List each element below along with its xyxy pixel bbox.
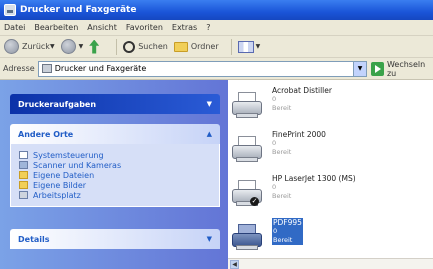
- toolbar-separator: [116, 38, 118, 55]
- place-item-my-documents[interactable]: Eigene Dateien: [19, 170, 211, 180]
- back-arrow-icon: [4, 39, 19, 54]
- chevron-down-icon: ▼: [206, 235, 212, 243]
- other-places-list: Systemsteuerung Scanner und Kameras Eige…: [10, 144, 220, 207]
- back-button[interactable]: Zurück ▼: [4, 39, 55, 54]
- printer-name: HP LaserJet 1300 (MS): [272, 174, 356, 183]
- printer-tasks-title: Druckeraufgaben: [18, 99, 97, 109]
- other-places-header[interactable]: Andere Orte ▲: [10, 124, 220, 144]
- printer-name: PDF995: [273, 218, 302, 227]
- chevron-up-icon: ▲: [206, 130, 212, 138]
- printer-item[interactable]: FinePrint 2000 0 Bereit: [228, 128, 433, 172]
- printer-icon: [232, 92, 262, 118]
- views-icon: [237, 40, 254, 53]
- menu-datei[interactable]: Datei: [4, 23, 25, 32]
- printer-status: Bereit: [273, 236, 293, 244]
- printer-name: FinePrint 2000: [272, 130, 326, 139]
- place-item-scanners[interactable]: Scanner und Kameras: [19, 160, 211, 170]
- other-places-title: Andere Orte: [18, 129, 74, 139]
- search-button[interactable]: Suchen: [123, 40, 168, 53]
- menu-extras[interactable]: Extras: [172, 23, 197, 32]
- printer-item[interactable]: ✓ HP LaserJet 1300 (MS) 0 Bereit: [228, 172, 433, 216]
- menu-bearbeiten[interactable]: Bearbeiten: [34, 23, 78, 32]
- menu-help[interactable]: ?: [206, 23, 210, 32]
- go-label: Wechseln zu: [386, 59, 426, 78]
- menu-bar: Datei Bearbeiten Ansicht Favoriten Extra…: [0, 20, 433, 36]
- scanner-icon: [19, 161, 28, 169]
- horizontal-scrollbar[interactable]: ◀: [228, 258, 433, 269]
- chevron-down-icon: ▼: [255, 43, 261, 50]
- place-item-label: Eigene Bilder: [33, 180, 87, 190]
- up-button[interactable]: [89, 39, 104, 54]
- details-header[interactable]: Details ▼: [10, 229, 220, 249]
- address-field[interactable]: Drucker und Faxgeräte ▼: [37, 60, 368, 77]
- default-printer-check-icon: ✓: [250, 197, 259, 206]
- printer-tasks-header[interactable]: Druckeraufgaben ▼: [10, 94, 220, 114]
- printer-list: Acrobat Distiller 0 Bereit FinePrint 200…: [228, 80, 433, 269]
- printer-item-selected[interactable]: PDF995 0 Bereit: [228, 216, 433, 260]
- place-item-label: Eigene Dateien: [33, 170, 95, 180]
- printer-icon: [232, 136, 262, 162]
- chevron-down-icon: ▼: [78, 43, 84, 50]
- place-item-my-computer[interactable]: Arbeitsplatz: [19, 190, 211, 200]
- address-value: Drucker und Faxgeräte: [54, 64, 147, 73]
- search-label: Suchen: [138, 42, 168, 51]
- printer-jobs: 0: [272, 183, 277, 191]
- printer-icon: ✓: [232, 180, 262, 206]
- control-panel-icon: [19, 151, 28, 159]
- printer-item[interactable]: Acrobat Distiller 0 Bereit: [228, 84, 433, 128]
- address-bar: Adresse Drucker und Faxgeräte ▼ Wechseln…: [0, 58, 433, 80]
- back-label: Zurück: [22, 42, 50, 51]
- place-item-label: Systemsteuerung: [33, 150, 104, 160]
- folders-button[interactable]: Ordner: [173, 41, 219, 52]
- printer-name: Acrobat Distiller: [272, 86, 332, 95]
- printer-folder-icon: [4, 4, 16, 16]
- window-title: Drucker und Faxgeräte: [20, 5, 137, 15]
- menu-ansicht[interactable]: Ansicht: [87, 23, 117, 32]
- menu-favoriten[interactable]: Favoriten: [126, 23, 163, 32]
- forward-button[interactable]: ▼: [60, 39, 84, 54]
- task-pane: Druckeraufgaben ▼ Andere Orte ▲ Systemst…: [0, 80, 228, 269]
- title-bar: Drucker und Faxgeräte: [0, 0, 433, 20]
- search-icon: [123, 40, 136, 53]
- chevron-down-icon: ▼: [206, 100, 212, 108]
- printer-status: Bereit: [272, 104, 292, 112]
- address-dropdown-button[interactable]: ▼: [353, 61, 367, 76]
- toolbar: Zurück ▼ ▼ Suchen Ordner ▼: [0, 36, 433, 58]
- printer-jobs: 0: [272, 139, 277, 147]
- computer-icon: [19, 191, 28, 199]
- place-item-label: Scanner und Kameras: [33, 160, 122, 170]
- go-arrow-icon: [371, 61, 384, 76]
- details-title: Details: [18, 234, 50, 244]
- forward-arrow-icon: [60, 39, 76, 54]
- folder-icon: [173, 41, 188, 52]
- printer-icon: [232, 224, 262, 250]
- folders-label: Ordner: [190, 42, 219, 51]
- printer-status: Bereit: [272, 192, 292, 200]
- views-button[interactable]: ▼: [237, 40, 261, 53]
- place-item-my-pictures[interactable]: Eigene Bilder: [19, 180, 211, 190]
- address-label: Adresse: [3, 64, 35, 73]
- up-folder-icon: [89, 39, 100, 54]
- printer-status: Bereit: [272, 148, 292, 156]
- scroll-left-icon[interactable]: ◀: [230, 260, 239, 269]
- place-item-control-panel[interactable]: Systemsteuerung: [19, 150, 211, 160]
- printer-jobs: 0: [272, 95, 277, 103]
- printer-jobs: 0: [273, 227, 278, 235]
- printer-icon: [41, 64, 52, 73]
- toolbar-separator: [230, 38, 232, 55]
- chevron-down-icon: ▼: [49, 43, 55, 50]
- pictures-folder-icon: [19, 181, 28, 189]
- go-button[interactable]: Wechseln zu: [371, 60, 433, 78]
- folder-icon: [19, 171, 28, 179]
- place-item-label: Arbeitsplatz: [33, 190, 81, 200]
